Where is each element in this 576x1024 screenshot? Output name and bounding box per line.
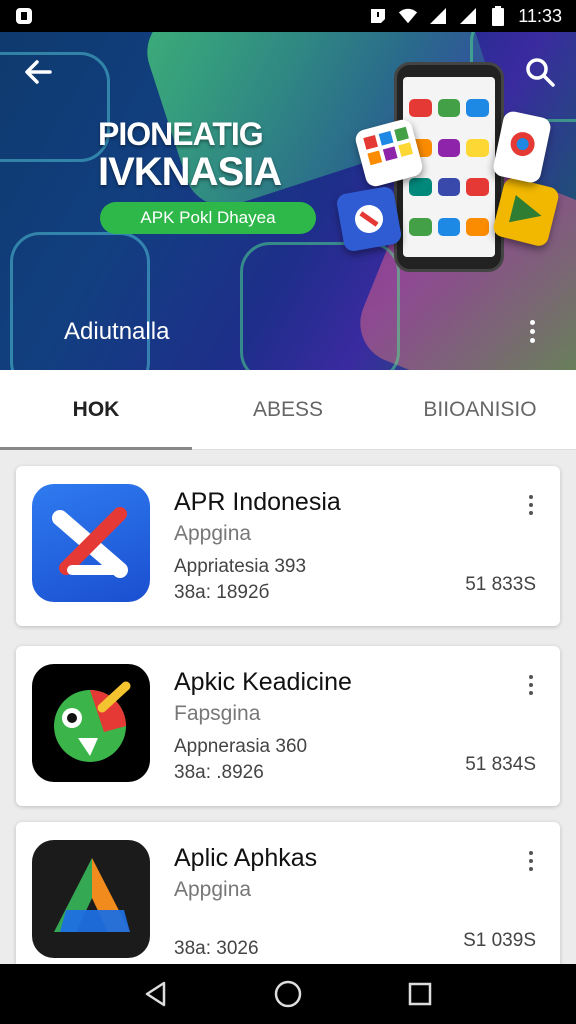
system-nav-bar xyxy=(0,964,576,1024)
app-name: Aplic Aphkas xyxy=(174,844,318,872)
app-category: Fapsgina xyxy=(174,702,261,725)
app-detail-line1: Appnerasia 360 xyxy=(174,736,308,757)
more-vert-icon xyxy=(529,675,533,695)
tab-abess[interactable]: ABESS xyxy=(192,370,384,449)
more-vert-icon xyxy=(529,495,533,515)
wifi-icon xyxy=(398,6,418,26)
back-triangle-icon xyxy=(145,981,166,1007)
app-list: APR Indonesia Appgina Appriatesia 393 38… xyxy=(0,450,576,964)
nav-back-button[interactable] xyxy=(136,974,176,1014)
search-button[interactable] xyxy=(520,52,560,92)
hero-title-line2: IVKNASIA xyxy=(98,150,282,194)
hero-caption: Adiutnalla xyxy=(64,318,170,345)
tab-bar: HOK ABESS BIIOANISIO xyxy=(0,370,576,450)
tab-biioanisio[interactable]: BIIOANISIO xyxy=(384,370,576,449)
signal-icon xyxy=(428,6,448,26)
recents-square-icon xyxy=(408,982,432,1006)
battery-icon xyxy=(488,6,508,26)
hero-title-line1: PIONEATIG xyxy=(98,116,264,152)
app-detail-line2: 38a: 3026 xyxy=(174,938,259,959)
home-circle-icon xyxy=(274,980,302,1008)
search-icon xyxy=(526,58,555,87)
nav-recents-button[interactable] xyxy=(400,974,440,1014)
app-notification-icon xyxy=(14,6,34,26)
hero-more-button[interactable] xyxy=(524,316,540,346)
app-category: Appgina xyxy=(174,878,252,901)
signal-icon xyxy=(458,6,478,26)
triangle-logo-icon xyxy=(32,840,150,958)
tab-hok[interactable]: HOK xyxy=(0,370,192,450)
status-bar: 11:33 xyxy=(0,0,576,32)
app-category: Appgina xyxy=(174,522,252,545)
app-card[interactable]: Aplic Aphkas Appgina 38a: 3026 S1 039S xyxy=(16,822,560,964)
hero-decoration xyxy=(10,232,150,370)
app-card[interactable]: Apkic Keadicine Fapsgina Appnerasia 360 … xyxy=(16,646,560,806)
nav-home-button[interactable] xyxy=(268,974,308,1014)
status-time: 11:33 xyxy=(518,5,562,26)
app-name: Apkic Keadicine xyxy=(174,668,352,696)
alert-icon xyxy=(368,6,388,26)
hero-banner[interactable]: PIONEATIG IVKNASIA APK Pokl Dhayea Adiut… xyxy=(0,32,576,370)
app-name: APR Indonesia xyxy=(174,488,341,516)
app-more-button[interactable] xyxy=(522,490,540,520)
app-tile-illustration xyxy=(335,185,403,253)
app-size: S1 039S xyxy=(463,930,536,951)
more-vert-icon xyxy=(529,851,533,871)
green-face-logo-icon xyxy=(32,664,150,782)
app-detail-line1: Appriatesia 393 xyxy=(174,556,307,577)
x-logo-icon xyxy=(32,484,150,602)
more-vert-icon xyxy=(529,319,535,343)
app-detail-line2: 38a: .8926 xyxy=(174,762,264,783)
app-size: 51 834S xyxy=(465,754,536,775)
app-detail-line2: 38a: 1892б xyxy=(174,582,270,603)
back-button[interactable] xyxy=(18,52,58,92)
back-arrow-icon xyxy=(25,60,52,84)
app-card[interactable]: APR Indonesia Appgina Appriatesia 393 38… xyxy=(16,466,560,626)
hero-pill-label[interactable]: APK Pokl Dhayea xyxy=(100,202,316,234)
hero-decoration xyxy=(240,242,400,370)
app-more-button[interactable] xyxy=(522,670,540,700)
app-size: 51 833S xyxy=(465,574,536,595)
app-more-button[interactable] xyxy=(522,846,540,876)
